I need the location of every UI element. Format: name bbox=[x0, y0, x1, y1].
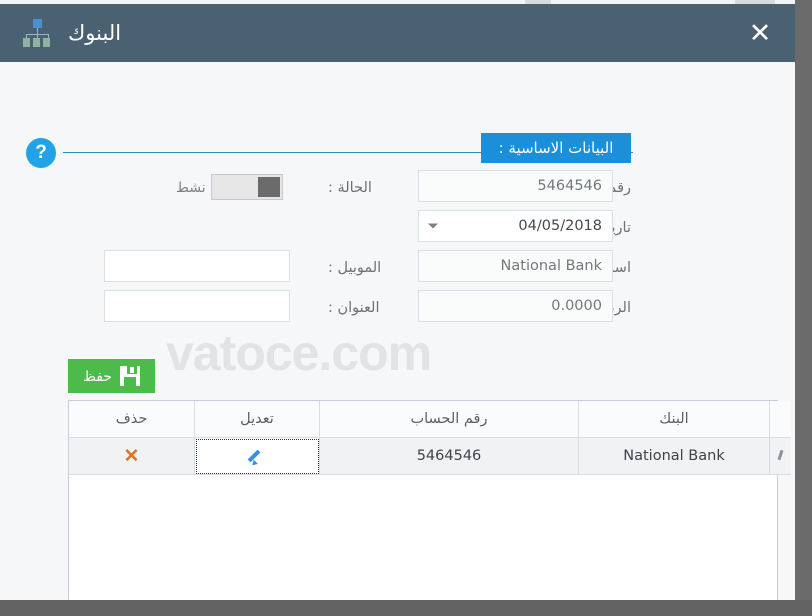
column-header-edit[interactable]: تعديل bbox=[194, 401, 320, 438]
status-toggle-knob bbox=[258, 177, 280, 197]
dialog-body: vatoce.com ? البيانات الاساسية : رقم الح… bbox=[0, 62, 795, 600]
banks-table: حذف تعديل رقم الحساب البنك ✕ 5464546 Nat… bbox=[69, 401, 791, 475]
cell-bank: National Bank bbox=[578, 437, 770, 475]
table-header-row: حذف تعديل رقم الحساب البنك bbox=[69, 401, 791, 438]
account-number-input[interactable] bbox=[418, 170, 613, 202]
status-label: الحالة : bbox=[328, 180, 372, 196]
mobile-input[interactable] bbox=[104, 250, 290, 282]
bank-account-name-input[interactable] bbox=[418, 250, 613, 282]
column-header-delete[interactable]: حذف bbox=[69, 401, 195, 438]
dialog-titlebar: البنوك ✕ bbox=[0, 4, 795, 62]
cell-delete[interactable]: ✕ bbox=[69, 437, 195, 475]
vertical-scrollbar[interactable] bbox=[795, 0, 812, 616]
chevron-down-icon[interactable] bbox=[428, 223, 438, 229]
bank-form: رقم الحساب : الحالة : نشط تاريخ انشاء ال… bbox=[0, 62, 795, 342]
close-icon[interactable]: ✕ bbox=[124, 446, 140, 467]
address-label: العنوان : bbox=[328, 300, 380, 316]
banks-dialog: البنوك ✕ vatoce.com ? البيانات الاساسية … bbox=[0, 4, 795, 600]
bottom-bar bbox=[0, 600, 812, 616]
pencil-icon[interactable] bbox=[248, 447, 266, 465]
cell-edit[interactable] bbox=[194, 437, 320, 475]
save-button-label: حفظ bbox=[82, 367, 113, 384]
mobile-label: الموبيل : bbox=[328, 260, 382, 276]
opening-balance-input[interactable] bbox=[418, 290, 613, 322]
banks-grid: حذف تعديل رقم الحساب البنك ✕ 5464546 Nat… bbox=[68, 400, 791, 600]
status-toggle[interactable] bbox=[211, 174, 283, 200]
floppy-disk-icon bbox=[120, 366, 141, 386]
page-title: البنوك bbox=[68, 21, 122, 45]
app-root: البنوك ✕ vatoce.com ? البيانات الاساسية … bbox=[0, 0, 812, 616]
creation-date-field[interactable] bbox=[418, 210, 613, 242]
address-input[interactable] bbox=[104, 290, 290, 322]
creation-date-input[interactable] bbox=[418, 210, 613, 242]
row-indicator-icon bbox=[775, 449, 787, 463]
hierarchy-icon bbox=[22, 19, 52, 47]
table-row[interactable]: ✕ 5464546 National Bank bbox=[69, 437, 791, 475]
status-toggle-label: نشط bbox=[176, 180, 206, 196]
close-icon[interactable]: ✕ bbox=[745, 18, 775, 48]
column-header-marker bbox=[769, 401, 791, 438]
cell-row-marker bbox=[769, 437, 791, 475]
column-header-account-number[interactable]: رقم الحساب bbox=[319, 401, 579, 438]
column-header-bank[interactable]: البنك bbox=[578, 401, 770, 438]
save-button[interactable]: حفظ bbox=[68, 359, 155, 393]
cell-account-number: 5464546 bbox=[319, 437, 579, 475]
